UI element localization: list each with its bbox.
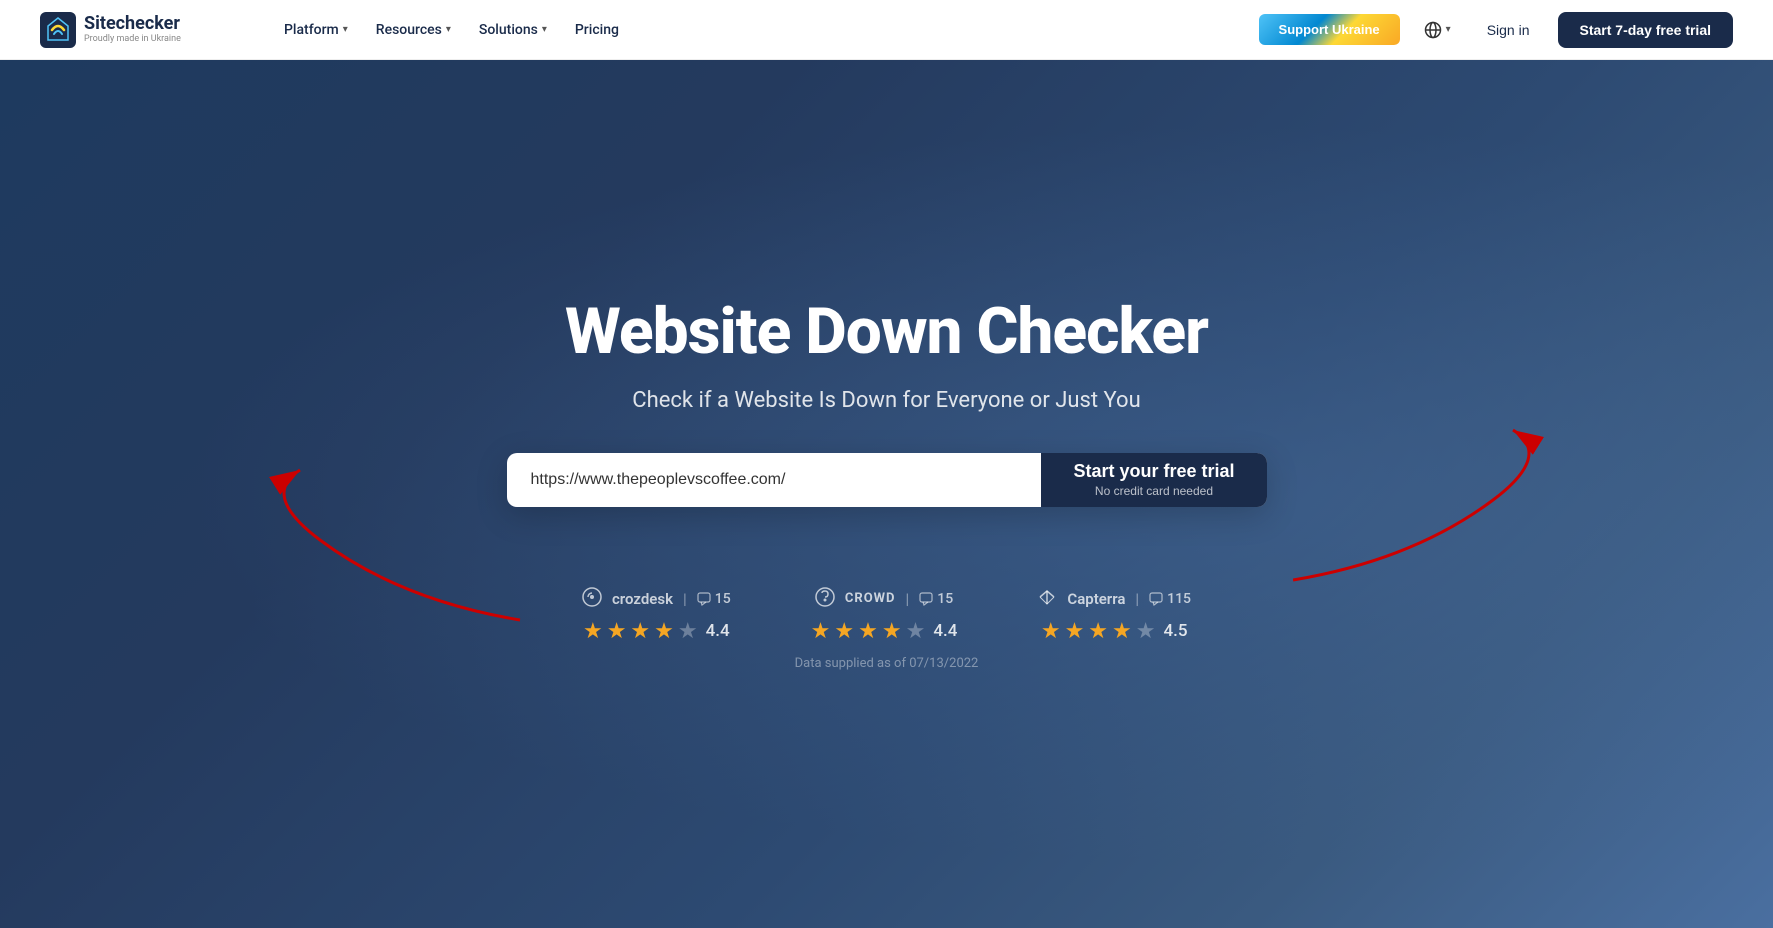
logo-name-text: Sitechecker [84,14,181,34]
search-box: Start your free trial No credit card nee… [507,453,1267,507]
capterra-label: Capterra [1067,590,1125,608]
crozdesk-score: 4.4 [706,621,730,641]
hero-title: Website Down Checker [437,297,1337,367]
hero-subtitle: Check if a Website Is Down for Everyone … [437,388,1337,413]
crozdesk-stars: ★ ★ ★ ★ ★ 4.4 [583,619,730,644]
globe-icon [1424,21,1442,39]
nav-platform-label: Platform [284,22,339,38]
nav-right: Support Ukraine ▾ Sign in Start 7-day fr… [1259,12,1733,48]
data-source-label: Data supplied as of 07/13/2022 [795,656,979,671]
crowd-stars: ★ ★ ★ ★ ★ 4.4 [811,619,958,644]
crozdesk-count: 15 [715,591,731,607]
nav-resources-chevron: ▾ [446,24,451,35]
support-ukraine-button[interactable]: Support Ukraine [1259,14,1400,45]
crowd-label: CROWD [845,591,896,606]
cta-sub-text: No credit card needed [1095,484,1213,498]
nav-solutions-label: Solutions [479,22,538,38]
ratings-section: crozdesk | 15 ★ ★ ★ ★ ★ 4.4 [582,587,1191,644]
crozdesk-icon [582,587,602,611]
crozdesk-label: crozdesk [612,590,673,608]
capterra-review-icon: 115 [1149,591,1191,607]
navbar: Sitechecker Proudly made in Ukraine Plat… [0,0,1773,60]
hero-content: Website Down Checker Check if a Website … [437,297,1337,506]
crowd-icon [815,587,835,611]
rating-crozdesk: crozdesk | 15 ★ ★ ★ ★ ★ 4.4 [582,587,731,644]
start-trial-button[interactable]: Start 7-day free trial [1558,12,1734,48]
crozdesk-review-icon: 15 [697,591,731,607]
start-trial-cta-button[interactable]: Start your free trial No credit card nee… [1041,453,1266,507]
logo[interactable]: Sitechecker Proudly made in Ukraine [40,12,240,48]
capterra-count: 115 [1167,591,1191,607]
language-button[interactable]: ▾ [1416,15,1459,45]
nav-item-solutions[interactable]: Solutions ▾ [467,14,559,46]
crowd-count: 15 [937,591,953,607]
capterra-stars: ★ ★ ★ ★ ★ 4.5 [1041,619,1188,644]
url-input[interactable] [507,453,1042,507]
right-arrow [1293,400,1613,600]
globe-chevron: ▾ [1446,24,1451,35]
sign-in-button[interactable]: Sign in [1475,14,1542,46]
capterra-icon [1037,587,1057,611]
nav-pricing-label: Pricing [575,22,619,38]
rating-capterra: Capterra | 115 ★ ★ ★ ★ ★ 4.5 [1037,587,1191,644]
crowd-score: 4.4 [933,621,957,641]
crowd-review-icon: 15 [919,591,953,607]
capterra-score: 4.5 [1164,621,1188,641]
logo-tagline-text: Proudly made in Ukraine [84,34,181,45]
nav-links: Platform ▾ Resources ▾ Solutions ▾ Prici… [272,14,1227,46]
nav-item-pricing[interactable]: Pricing [563,14,631,46]
cta-main-text: Start your free trial [1073,461,1234,483]
rating-crowd: CROWD | 15 ★ ★ ★ ★ ★ 4.4 [811,587,958,644]
nav-resources-label: Resources [376,22,442,38]
sitechecker-logo-icon [40,12,76,48]
nav-item-platform[interactable]: Platform ▾ [272,14,360,46]
nav-platform-chevron: ▾ [343,24,348,35]
nav-item-resources[interactable]: Resources ▾ [364,14,463,46]
hero-section: Website Down Checker Check if a Website … [0,60,1773,928]
nav-solutions-chevron: ▾ [542,24,547,35]
